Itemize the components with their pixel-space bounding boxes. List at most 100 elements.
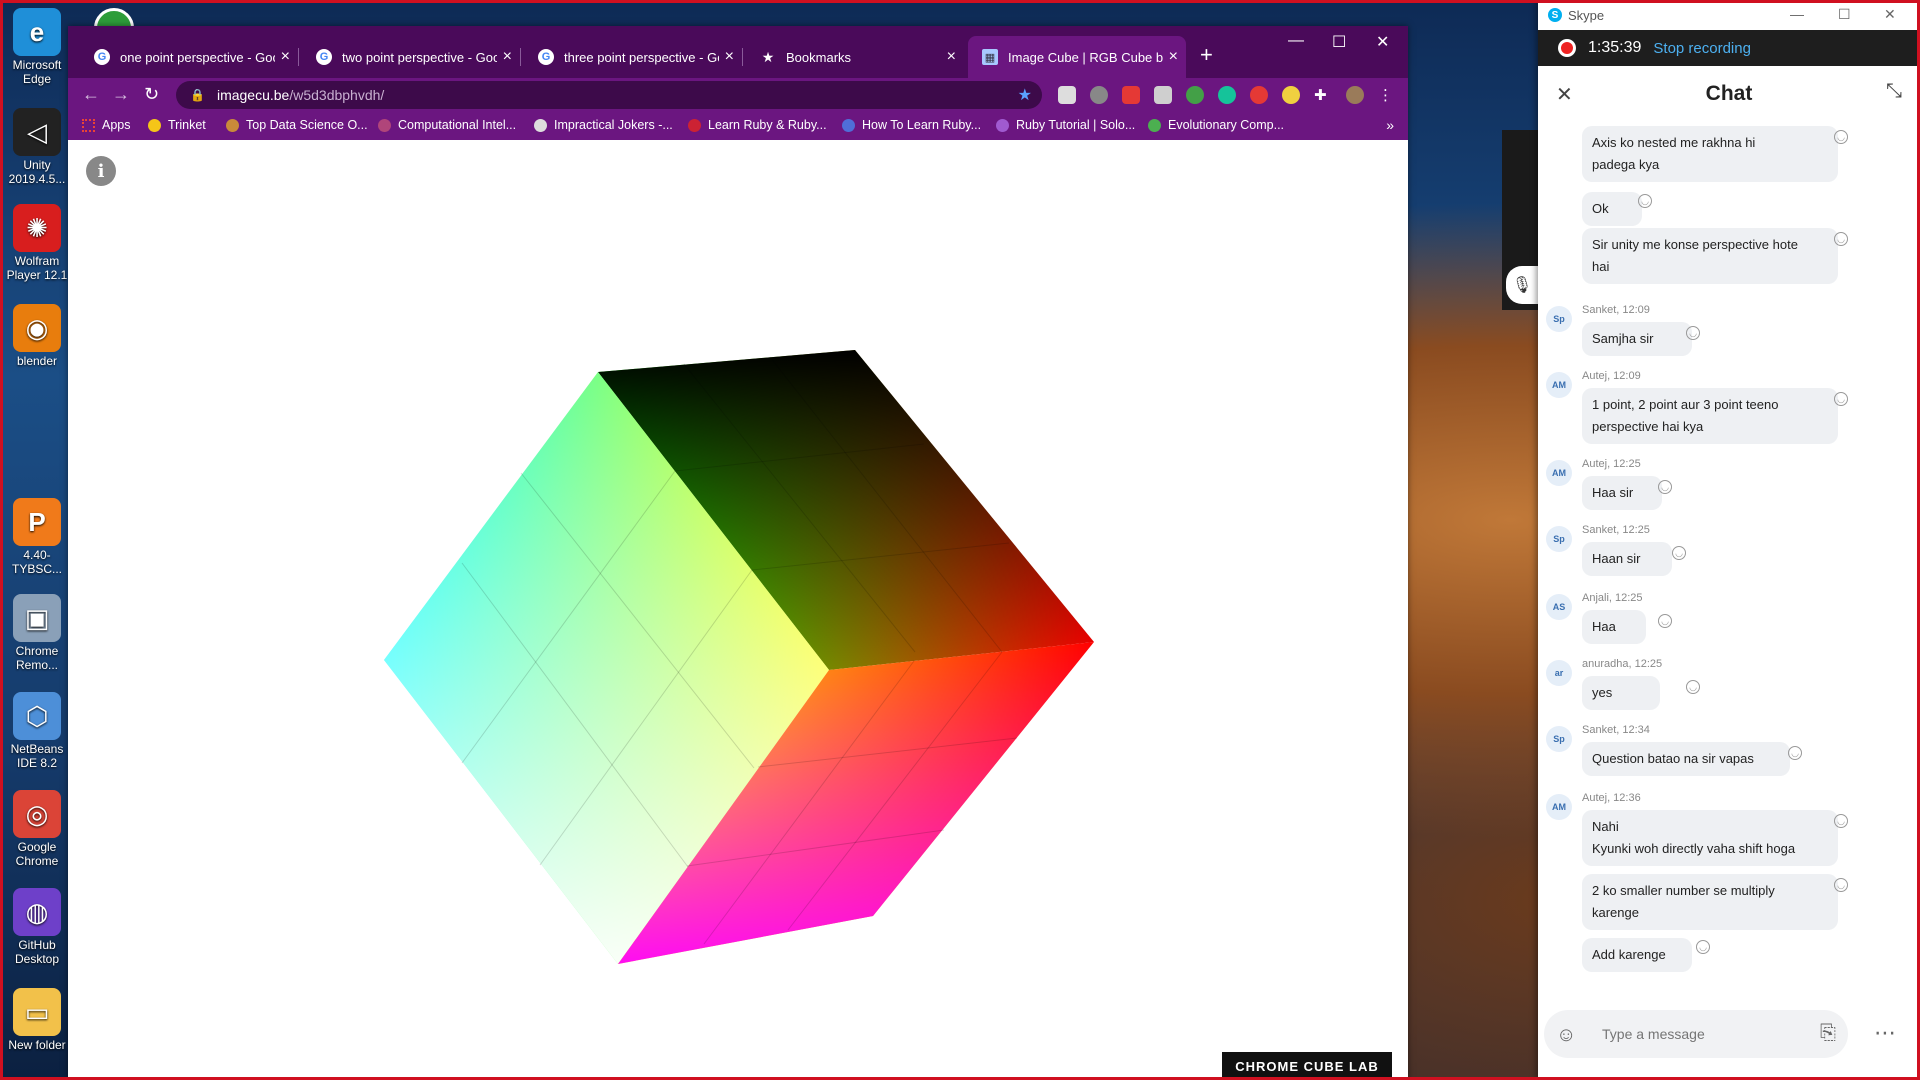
profile-avatar[interactable] [1346,86,1364,104]
bookmark-item[interactable]: Ruby Tutorial | Solo... [996,118,1135,132]
desktop-blender-shortcut[interactable]: ◉ blender [2,300,72,368]
tab-close-icon[interactable]: × [281,48,290,66]
message-bubble[interactable]: 2 ko smaller number se multiply karenge [1582,874,1838,930]
message-bubble[interactable]: Haa sir [1582,476,1662,510]
message-text-line: Axis ko nested me rakhna hi [1592,135,1756,150]
tab-close-icon[interactable]: × [1169,48,1178,66]
bookmark-item[interactable]: Learn Ruby & Ruby... [688,118,827,132]
reaction-smiley-icon[interactable]: ◡ [1834,130,1848,144]
desktop-pdf-shortcut[interactable]: P 4.40-TYBSC... [2,494,72,576]
reaction-smiley-icon[interactable]: ◡ [1834,232,1848,246]
bookmark-star-icon[interactable]: ★ [1018,85,1032,105]
message-bubble[interactable]: Samjha sir [1582,322,1692,356]
menu-kebab-icon[interactable]: ⋮ [1378,86,1396,104]
reaction-smiley-icon[interactable]: ◡ [1834,392,1848,406]
chrome-cube-lab-badge[interactable]: CHROME CUBE LAB [1222,1052,1392,1080]
stop-recording-link[interactable]: Stop recording [1653,40,1751,57]
grammarly-icon[interactable] [1218,86,1236,104]
reaction-smiley-icon[interactable]: ◡ [1672,546,1686,560]
reaction-smiley-icon[interactable]: ◡ [1658,480,1672,494]
emoji-icon[interactable]: ☺ [1556,1024,1576,1047]
tab-close-icon[interactable]: × [947,48,956,66]
attach-icon[interactable]: ⎘ [1820,1022,1836,1045]
avatar[interactable]: Sp [1546,726,1572,752]
reaction-smiley-icon[interactable]: ◡ [1686,680,1700,694]
forward-icon[interactable]: → [112,84,130,105]
bookmark-item[interactable]: How To Learn Ruby... [842,118,981,132]
skype-close-icon[interactable]: ✕ [1884,6,1896,23]
bookmark-item[interactable]: Top Data Science O... [226,118,368,132]
desktop-google-chrome-shortcut[interactable]: ◎ Google Chrome [2,786,72,868]
back-icon[interactable]: ← [82,84,100,105]
record-extension-icon[interactable] [1122,86,1140,104]
skype-titlebar: S Skype — ☐ ✕ [1538,0,1920,30]
desktop-netbeans-shortcut[interactable]: ⬡ NetBeans IDE 8.2 [2,688,72,770]
bookmark-item[interactable]: Trinket [148,118,206,132]
reaction-smiley-icon[interactable]: ◡ [1788,746,1802,760]
reload-icon[interactable]: ↻ [144,84,159,105]
maximize-icon[interactable]: ☐ [1332,32,1346,52]
tab-close-icon[interactable]: × [503,48,512,66]
message-bubble[interactable]: Nahi Kyunki woh directly vaha shift hoga [1582,810,1838,866]
message-input[interactable] [1544,1010,1848,1058]
bookmark-item[interactable]: Impractical Jokers -... [534,118,673,132]
reaction-smiley-icon[interactable]: ◡ [1658,614,1672,628]
message-bubble[interactable]: yes [1582,676,1660,710]
minimize-icon[interactable]: — [1288,32,1304,50]
avatar[interactable]: Sp [1546,306,1572,332]
browser-tab[interactable]: Gone point perspective - Goog × [80,36,298,78]
bookmark-favicon-icon [1148,118,1161,132]
desktop-chrome-remote-shortcut[interactable]: ▣ Chrome Remo... [2,590,72,672]
desktop-edge-shortcut[interactable]: e Microsoft Edge [2,4,72,86]
browser-tab[interactable]: Gtwo point perspective - Goog × [302,36,520,78]
browser-tab[interactable]: Gthree point perspective - Goo × [524,36,742,78]
reaction-smiley-icon[interactable]: ◡ [1638,194,1652,208]
avatar[interactable]: ar [1546,660,1572,686]
skype-minimize-icon[interactable]: — [1790,6,1804,22]
browser-tab[interactable]: ★ Bookmarks × [746,36,964,78]
message-bubble[interactable]: 1 point, 2 point aur 3 point teeno perspe… [1582,388,1838,444]
bookmark-item[interactable]: Evolutionary Comp... [1148,118,1284,132]
message-bubble[interactable]: Sir unity me konse perspective hote hai [1582,228,1838,284]
rgb-cube[interactable] [68,140,1408,1080]
message-bubble[interactable]: Haa [1582,610,1646,644]
more-options-icon[interactable]: ⋯ [1874,1020,1896,1046]
reaction-smiley-icon[interactable]: ◡ [1696,940,1710,954]
check-extension-icon[interactable] [1186,86,1204,104]
maps-extension-icon[interactable] [1090,86,1108,104]
bookmark-item[interactable]: Apps [82,118,131,132]
desktop-unity-shortcut[interactable]: ◁ Unity 2019.4.5... [2,104,72,186]
desktop-wolfram-shortcut[interactable]: ✺ Wolfram Player 12.1 [2,200,72,282]
message-bubble[interactable]: Haan sir [1582,542,1672,576]
avatar[interactable]: AM [1546,460,1572,486]
avatar[interactable]: AM [1546,372,1572,398]
new-tab-button[interactable]: + [1200,42,1213,68]
screenshot-extension-icon[interactable] [1154,86,1172,104]
message-bubble[interactable]: Question batao na sir vapas [1582,742,1790,776]
message-bubble[interactable]: Axis ko nested me rakhna hi padega kya [1582,126,1838,182]
more-bookmarks-icon[interactable]: » [1386,117,1394,133]
bookmark-item[interactable]: Computational Intel... [378,118,516,132]
puzzle-extensions-icon[interactable]: ✚ [1314,86,1332,104]
bookmark-label: Impractical Jokers -... [554,118,673,132]
microphone-icon[interactable]: 🎙 [1506,266,1538,304]
message-bubble[interactable]: Add karenge [1582,938,1692,972]
skype-maximize-icon[interactable]: ☐ [1838,6,1851,23]
message-bubble[interactable]: Ok [1582,192,1642,226]
browser-tab[interactable]: ▦ Image Cube | RGB Cube by G × [968,36,1186,78]
expand-icon[interactable]: ⤡ [1886,80,1902,103]
address-bar[interactable]: 🔒 imagecu.be/w5d3dbphvdh/ ★ [176,81,1042,109]
reaction-smiley-icon[interactable]: ◡ [1834,814,1848,828]
desktop-folder-shortcut[interactable]: ▭ New folder [2,984,72,1052]
tab-close-icon[interactable]: × [725,48,734,66]
adblock-icon[interactable] [1250,86,1268,104]
close-window-icon[interactable]: ✕ [1376,32,1389,52]
avatar[interactable]: Sp [1546,526,1572,552]
desktop-github-desktop-shortcut[interactable]: ◍ GitHub Desktop [2,884,72,966]
reaction-smiley-icon[interactable]: ◡ [1834,878,1848,892]
avatar[interactable]: AM [1546,794,1572,820]
avatar[interactable]: AS [1546,594,1572,620]
reaction-smiley-icon[interactable]: ◡ [1686,326,1700,340]
bulb-extension-icon[interactable] [1282,86,1300,104]
extension-icon[interactable] [1058,86,1076,104]
